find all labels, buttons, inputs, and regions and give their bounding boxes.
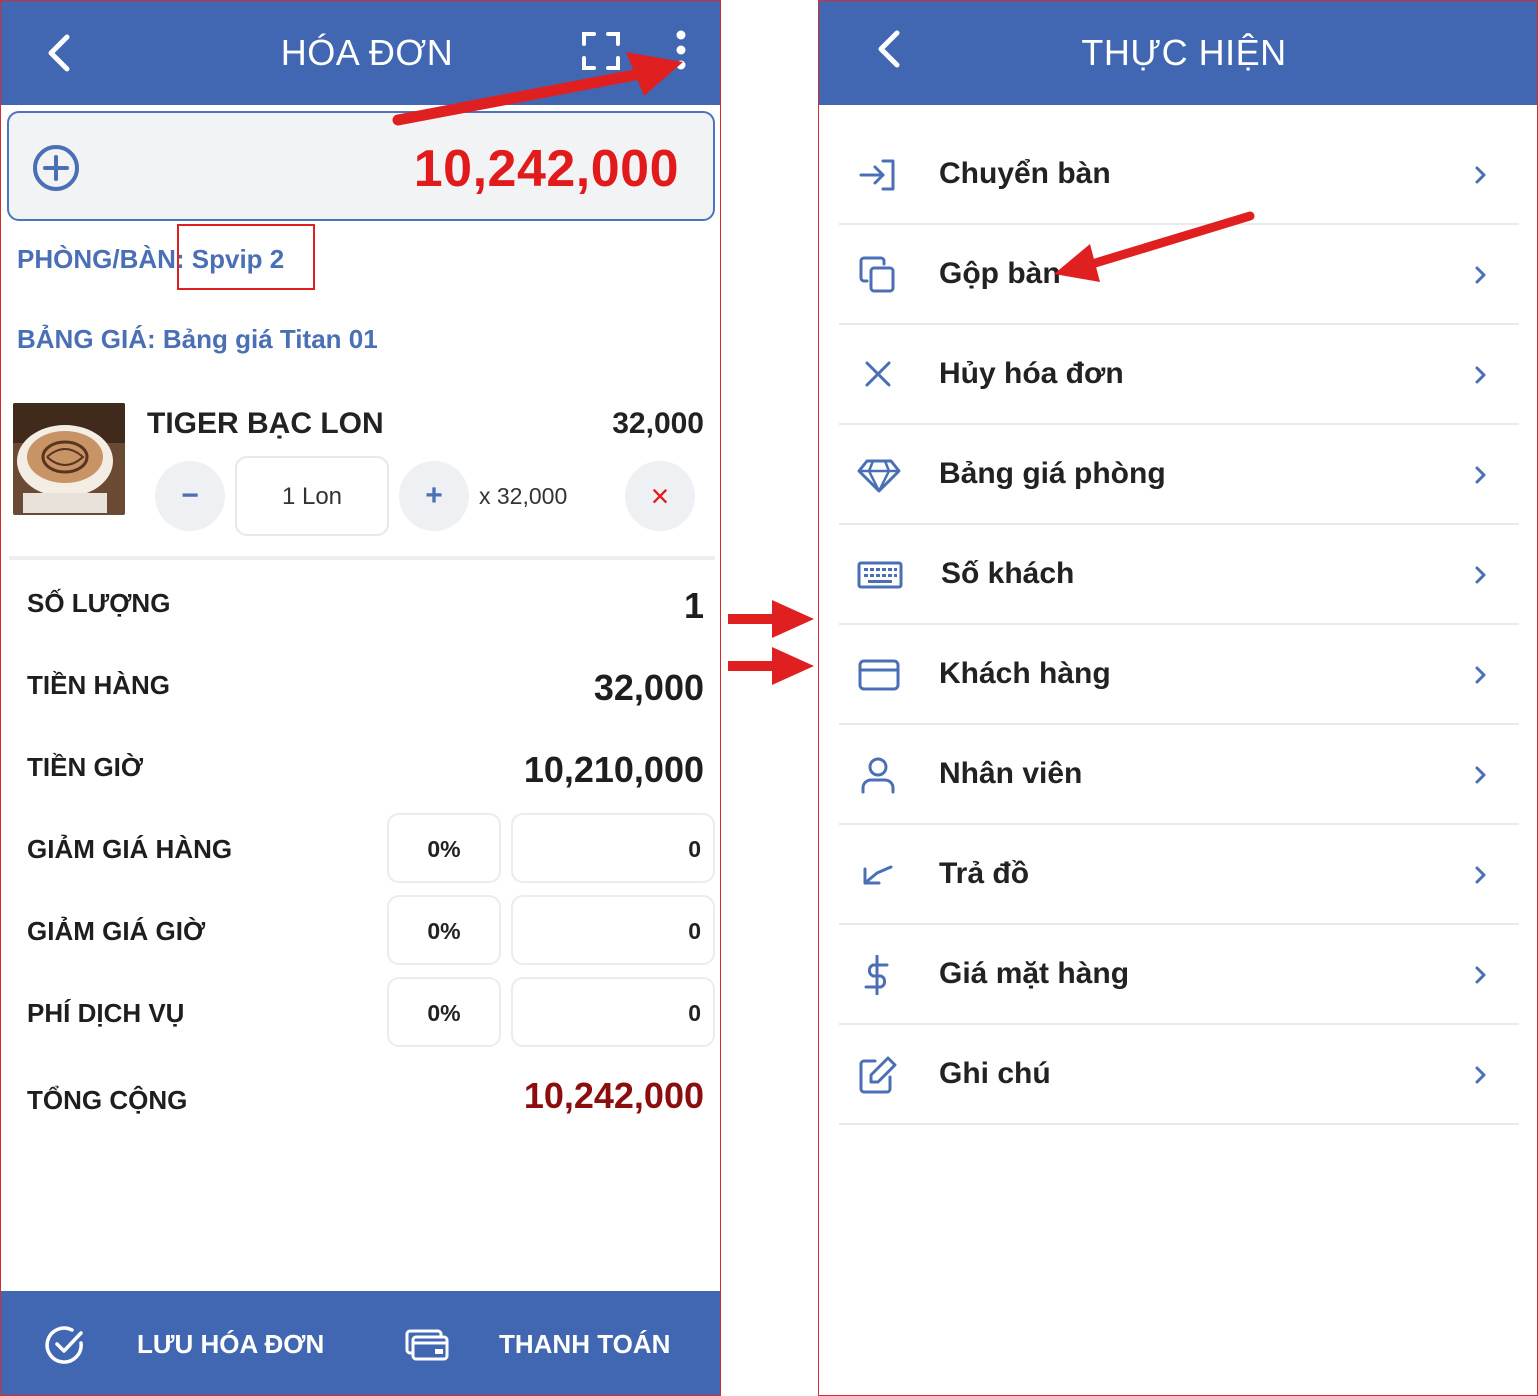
hours-total-value: 10,210,000 <box>523 749 704 790</box>
save-invoice-button[interactable]: LƯU HÓA ĐƠN <box>1 1291 361 1395</box>
keyboard-icon <box>857 561 903 589</box>
annotation-arrowhead-right-1 <box>772 600 814 638</box>
menu-item-return-items[interactable]: Trả đồ <box>839 825 1519 925</box>
invoice-screen: HÓA ĐƠN 10,242,000 PHÒNG/BÀN: Spvip 2 BẢ… <box>0 0 721 1396</box>
grand-total-value: 10,242,000 <box>523 1075 704 1116</box>
menu-item-label: Số khách <box>941 557 1075 590</box>
chevron-right-icon <box>1475 566 1486 584</box>
chevron-right-icon <box>1475 266 1486 284</box>
divider <box>9 556 715 560</box>
dollar-icon <box>864 955 889 995</box>
remove-item-button[interactable]: × <box>625 461 695 531</box>
invoice-app-bar: HÓA ĐƠN <box>1 1 720 105</box>
chevron-right-icon <box>1475 966 1486 984</box>
menu-item-label: Giá mặt hàng <box>939 957 1130 990</box>
return-arrow-icon <box>863 865 893 885</box>
hours-discount-amount-field[interactable]: 0 <box>511 895 715 965</box>
chevron-right-icon <box>1475 866 1486 884</box>
goods-discount-percent-field[interactable]: 0% <box>387 813 501 883</box>
actions-screen: THỰC HIỆN Chuyển bàn Gộp bàn Hủy hóa đơn <box>818 0 1538 1396</box>
more-vert-icon[interactable] <box>669 29 693 73</box>
menu-item-merge-table[interactable]: Gộp bàn <box>839 225 1519 325</box>
menu-item-staff[interactable]: Nhân viên <box>839 725 1519 825</box>
bottom-action-bar: LƯU HÓA ĐƠN THANH TOÁN <box>1 1291 720 1395</box>
unit-price: x 32,000 <box>479 483 568 509</box>
chevron-right-icon <box>1475 166 1486 184</box>
edit-note-icon <box>859 1056 897 1094</box>
menu-item-room-price-list[interactable]: Bảng giá phòng <box>839 425 1519 525</box>
grand-total-label: TỔNG CỘNG <box>27 1085 188 1115</box>
quantity-label: SỐ LƯỢNG <box>27 588 171 618</box>
goods-discount-amount-field[interactable]: 0 <box>511 813 715 883</box>
page-title: THỰC HIỆN <box>1081 32 1287 73</box>
total-amount: 10,242,000 <box>413 140 679 198</box>
menu-item-label: Trả đồ <box>939 857 1030 890</box>
menu-item-label: Gộp bàn <box>939 257 1061 290</box>
chevron-right-icon <box>1475 466 1486 484</box>
menu-item-label: Bảng giá phòng <box>939 457 1166 490</box>
fullscreen-icon[interactable] <box>581 31 621 71</box>
goods-total-label: TIỀN HÀNG <box>27 670 170 700</box>
chevron-right-icon <box>1475 1066 1486 1084</box>
checkout-label: THANH TOÁN <box>499 1329 671 1359</box>
total-card: 10,242,000 <box>7 111 715 221</box>
menu-item-label: Nhân viên <box>939 757 1083 790</box>
copy-icon <box>859 256 895 293</box>
hours-discount-percent-field[interactable]: 0% <box>387 895 501 965</box>
menu-item-label: Hủy hóa đơn <box>939 357 1124 390</box>
menu-item-label: Ghi chú <box>939 1057 1051 1090</box>
highlight-box <box>177 224 315 290</box>
price-list-line[interactable]: BẢNG GIÁ: Bảng giá Titan 01 <box>17 324 378 355</box>
menu-item-item-price[interactable]: Giá mặt hàng <box>839 925 1519 1025</box>
menu-item-label: Chuyển bàn <box>939 157 1111 190</box>
menu-item-transfer-table[interactable]: Chuyển bàn <box>839 125 1519 225</box>
product-price: 32,000 <box>612 407 704 440</box>
increase-quantity-button[interactable]: + <box>399 461 469 531</box>
service-fee-percent-field[interactable]: 0% <box>387 977 501 1047</box>
save-invoice-label: LƯU HÓA ĐƠN <box>137 1329 325 1359</box>
product-thumbnail <box>13 403 125 515</box>
user-icon <box>861 757 895 794</box>
hours-total-label: TIỀN GIỜ <box>27 752 144 782</box>
check-circle-icon <box>45 1326 83 1364</box>
decrease-quantity-button[interactable]: − <box>155 461 225 531</box>
menu-item-cancel-invoice[interactable]: Hủy hóa đơn <box>839 325 1519 425</box>
annotation-arrowhead-right-2 <box>772 647 814 685</box>
menu-item-guest-count[interactable]: Số khách <box>839 525 1519 625</box>
credit-card-icon <box>858 659 900 691</box>
diamond-icon <box>857 459 901 493</box>
checkout-button[interactable]: THANH TOÁN <box>381 1291 720 1395</box>
hours-discount-label: GIẢM GIÁ GIỜ <box>27 916 206 946</box>
chevron-right-icon <box>1475 766 1486 784</box>
goods-total-value: 32,000 <box>593 667 704 708</box>
quantity-value: 1 <box>683 585 704 626</box>
login-arrow-icon <box>859 159 895 191</box>
actions-app-bar: THỰC HIỆN <box>819 1 1537 105</box>
product-name: TIGER BẠC LON <box>147 407 384 440</box>
menu-item-label: Khách hàng <box>939 657 1111 690</box>
close-x-icon <box>865 361 891 387</box>
add-circle-icon[interactable] <box>31 143 81 193</box>
goods-discount-label: GIẢM GIÁ HÀNG <box>27 834 233 864</box>
payment-card-icon <box>405 1329 449 1361</box>
menu-item-customer[interactable]: Khách hàng <box>839 625 1519 725</box>
chevron-right-icon <box>1475 666 1486 684</box>
chevron-right-icon <box>1475 366 1486 384</box>
quantity-field[interactable]: 1 Lon <box>235 456 389 536</box>
menu-item-note[interactable]: Ghi chú <box>839 1025 1519 1125</box>
service-fee-amount-field[interactable]: 0 <box>511 977 715 1047</box>
service-fee-label: PHÍ DỊCH VỤ <box>27 998 185 1028</box>
